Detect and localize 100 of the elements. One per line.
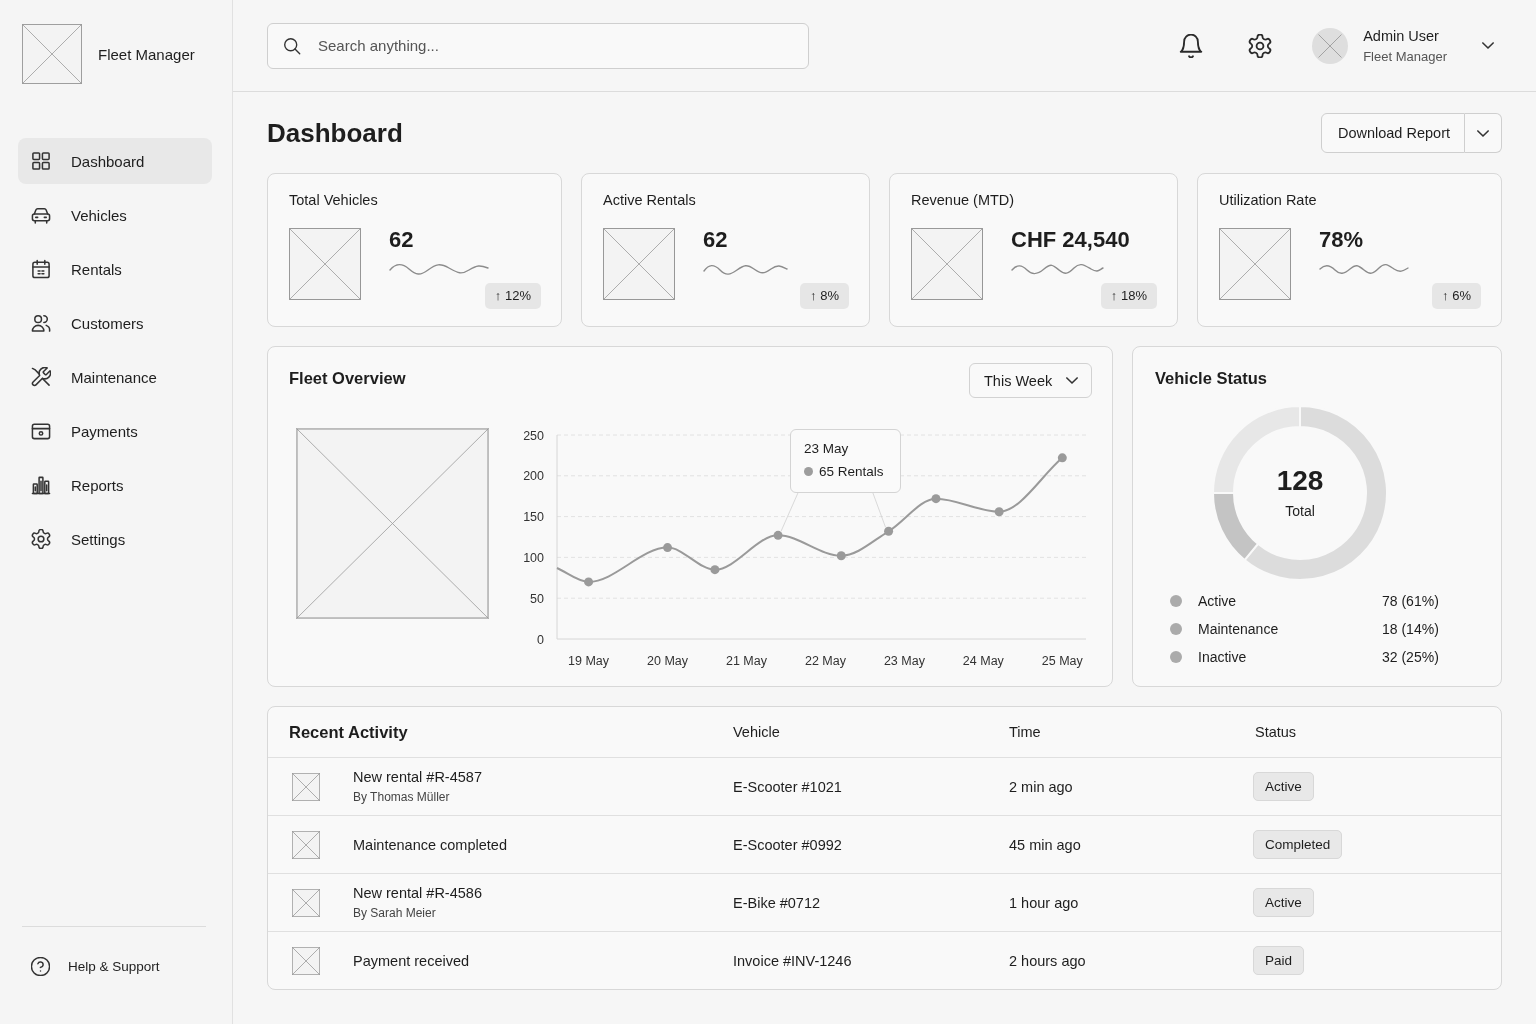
change-badge: ↑ 8% <box>800 283 849 309</box>
kpi-label: Utilization Rate <box>1219 192 1317 209</box>
dot-icon <box>804 467 813 476</box>
column-header: Status <box>1255 724 1297 740</box>
total-value: 128 <box>1276 465 1324 496</box>
legend-dot-icon <box>1170 595 1182 607</box>
change-badge: ↑ 12% <box>484 283 541 309</box>
image-placeholder <box>289 228 361 300</box>
data-point <box>836 551 846 561</box>
data-point <box>773 530 783 540</box>
axis-label: 250 <box>523 428 544 443</box>
car-icon <box>31 205 51 225</box>
settings-button[interactable] <box>1248 33 1273 58</box>
period-dropdown[interactable]: This Week <box>969 363 1092 398</box>
data-point <box>584 577 594 587</box>
notifications-button[interactable] <box>1179 33 1204 58</box>
dropdown-toggle-button[interactable] <box>1465 113 1502 153</box>
page-title: Dashboard <box>267 117 403 149</box>
kpi-label: Active Rentals <box>603 192 696 209</box>
status-badge: Active <box>1253 888 1314 917</box>
kpi-value: 78% <box>1319 228 1364 252</box>
legend-label: Inactive <box>1198 649 1248 665</box>
avatar-placeholder <box>1312 27 1349 64</box>
help-link[interactable]: Help & Support <box>31 957 160 976</box>
nav-item[interactable]: Payments <box>18 408 212 454</box>
grid-icon <box>31 151 51 171</box>
nav-item[interactable]: Customers <box>18 300 212 346</box>
table-cell: 2 min ago <box>1009 778 1073 795</box>
image-placeholder <box>911 228 983 300</box>
axis-label: 23 May <box>883 654 925 668</box>
tools-icon <box>31 367 51 387</box>
help-icon <box>31 957 50 976</box>
tooltip-date: 23 May <box>804 441 849 456</box>
legend-label: Maintenance <box>1198 621 1280 637</box>
users-icon <box>31 313 51 333</box>
table-title: Recent Activity <box>289 722 408 742</box>
payment-card-icon <box>31 421 51 441</box>
status-badge: Active <box>1253 772 1314 801</box>
column-header: Time <box>1009 724 1041 740</box>
kpi-label: Revenue (MTD) <box>911 192 1015 209</box>
legend-dot-icon <box>1170 623 1182 635</box>
tooltip-value: 65 Rentals <box>819 464 884 479</box>
card-title: Vehicle Status <box>1155 369 1268 388</box>
settings-icon <box>31 529 51 549</box>
nav-item[interactable]: Settings <box>18 516 212 562</box>
legend-value: 78 (61%) <box>1382 593 1439 609</box>
change-badge: ↑ 6% <box>1432 283 1481 309</box>
data-point <box>884 526 894 536</box>
settings-icon <box>1248 33 1273 58</box>
axis-label: 21 May <box>726 654 767 668</box>
axis-label: 50 <box>530 591 544 606</box>
user-role: Fleet Manager <box>1363 48 1447 64</box>
axis-label: 100 <box>523 550 544 565</box>
chevron-down-icon <box>1477 129 1489 137</box>
table-cell: Invoice #INV-1246 <box>733 952 852 969</box>
nav-item[interactable]: Maintenance <box>18 354 212 400</box>
activity-title: New rental #R-4587 <box>353 769 482 785</box>
data-point <box>663 543 673 553</box>
axis-label: 150 <box>523 510 544 525</box>
data-point <box>931 494 941 504</box>
legend-value: 32 (25%) <box>1382 649 1439 665</box>
chevron-down-icon <box>1482 42 1494 49</box>
data-point <box>1057 453 1067 463</box>
nav-item[interactable]: Vehicles <box>18 192 212 238</box>
card-title: Fleet Overview <box>289 369 406 388</box>
data-point <box>994 507 1004 517</box>
activity-subtitle: By Sarah Meier <box>353 906 436 920</box>
kpi-label: Total Vehicles <box>289 192 378 209</box>
kpi-value: CHF 24,540 <box>1011 228 1130 252</box>
brand-name: Fleet Manager <box>98 45 195 63</box>
nav-item[interactable]: Dashboard <box>18 138 212 184</box>
image-placeholder <box>292 772 320 801</box>
image-placeholder <box>292 946 320 975</box>
logo-placeholder <box>22 24 82 84</box>
table-cell: E-Scooter #1021 <box>733 778 842 795</box>
axis-label: 25 May <box>1041 654 1083 668</box>
activity-title: Maintenance completed <box>353 836 507 853</box>
status-badge: Paid <box>1253 946 1305 975</box>
activity-subtitle: By Thomas Müller <box>353 790 450 804</box>
data-point <box>710 565 720 575</box>
user-menu-button[interactable] <box>1482 42 1494 49</box>
axis-label: 22 May <box>804 654 846 668</box>
table-cell: 45 min ago <box>1009 836 1081 853</box>
image-placeholder <box>1219 228 1291 300</box>
axis-label: 20 May <box>647 654 689 668</box>
search-icon <box>283 36 301 55</box>
download-report-button[interactable]: Download Report <box>1320 113 1465 153</box>
nav-item[interactable]: Rentals <box>18 246 212 292</box>
axis-label: 19 May <box>568 654 610 668</box>
bar-chart-icon <box>31 475 51 495</box>
image-placeholder <box>292 830 320 859</box>
search-field[interactable]: Search anything... <box>267 22 809 69</box>
image-placeholder <box>603 228 675 300</box>
table-cell: 1 hour ago <box>1009 894 1079 911</box>
axis-label: 0 <box>537 632 544 647</box>
kpi-value: 62 <box>703 228 728 252</box>
legend-label: Active <box>1198 593 1238 609</box>
nav-item[interactable]: Reports <box>18 462 212 508</box>
change-badge: ↑ 18% <box>1100 283 1157 309</box>
table-cell: E-Bike #0712 <box>733 894 821 911</box>
